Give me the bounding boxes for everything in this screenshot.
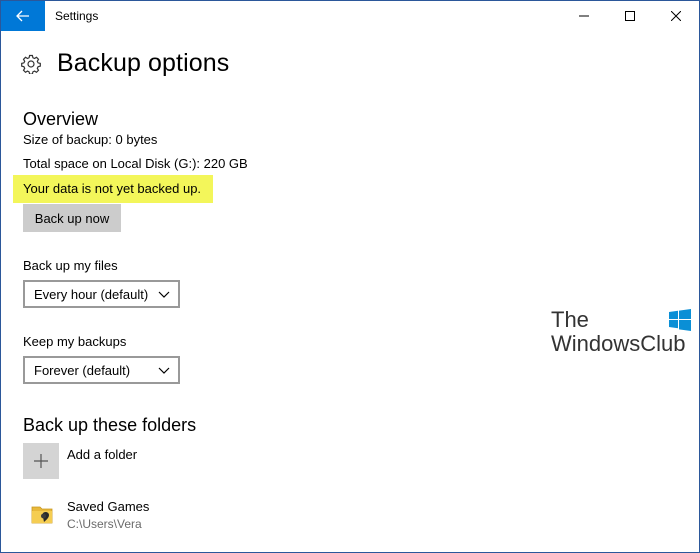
add-folder-button[interactable] (23, 443, 59, 479)
folder-item-name[interactable]: Saved Games (67, 499, 149, 514)
keep-backups-value: Forever (default) (34, 362, 131, 378)
keep-backups-label: Keep my backups (23, 334, 127, 349)
watermark-line2: WindowsClub (551, 331, 686, 356)
watermark-line1: The (551, 307, 589, 332)
gear-icon (21, 54, 41, 74)
chevron-down-icon (158, 291, 170, 298)
backup-frequency-value: Every hour (default) (34, 286, 149, 302)
back-button[interactable] (1, 1, 45, 31)
close-button[interactable] (653, 1, 699, 31)
chevron-down-icon (158, 367, 170, 374)
page-header: Backup options (21, 49, 229, 78)
title-bar: Settings (1, 1, 699, 31)
settings-window: Settings Backup options Overview Size of… (0, 0, 700, 553)
window-title: Settings (55, 9, 99, 23)
keep-backups-dropdown[interactable]: Forever (default) (23, 356, 180, 384)
backup-frequency-dropdown[interactable]: Every hour (default) (23, 280, 180, 308)
backup-frequency-label: Back up my files (23, 258, 118, 273)
minimize-button[interactable] (561, 1, 607, 31)
maximize-button[interactable] (607, 1, 653, 31)
folder-item-path: C:\Users\Vera (67, 517, 142, 531)
maximize-icon (625, 11, 635, 21)
arrow-left-icon (16, 10, 29, 22)
page-title: Backup options (57, 49, 230, 77)
backup-size-text: Size of backup: 0 bytes (23, 132, 158, 147)
folder-icon (31, 503, 55, 530)
add-folder-label[interactable]: Add a folder (67, 447, 137, 462)
minimize-icon (579, 15, 589, 17)
total-space-text: Total space on Local Disk (G:): 220 GB (23, 156, 248, 171)
folders-heading: Back up these folders (23, 415, 197, 435)
caption-buttons (561, 1, 699, 31)
plus-icon (34, 454, 48, 468)
watermark-logo: The WindowsClub (551, 307, 696, 359)
windows-logo-icon (669, 309, 691, 331)
overview-heading: Overview (23, 109, 99, 129)
close-icon (671, 11, 681, 21)
back-up-now-button[interactable]: Back up now (23, 204, 121, 232)
backup-status-text: Your data is not yet backed up. (23, 181, 202, 196)
